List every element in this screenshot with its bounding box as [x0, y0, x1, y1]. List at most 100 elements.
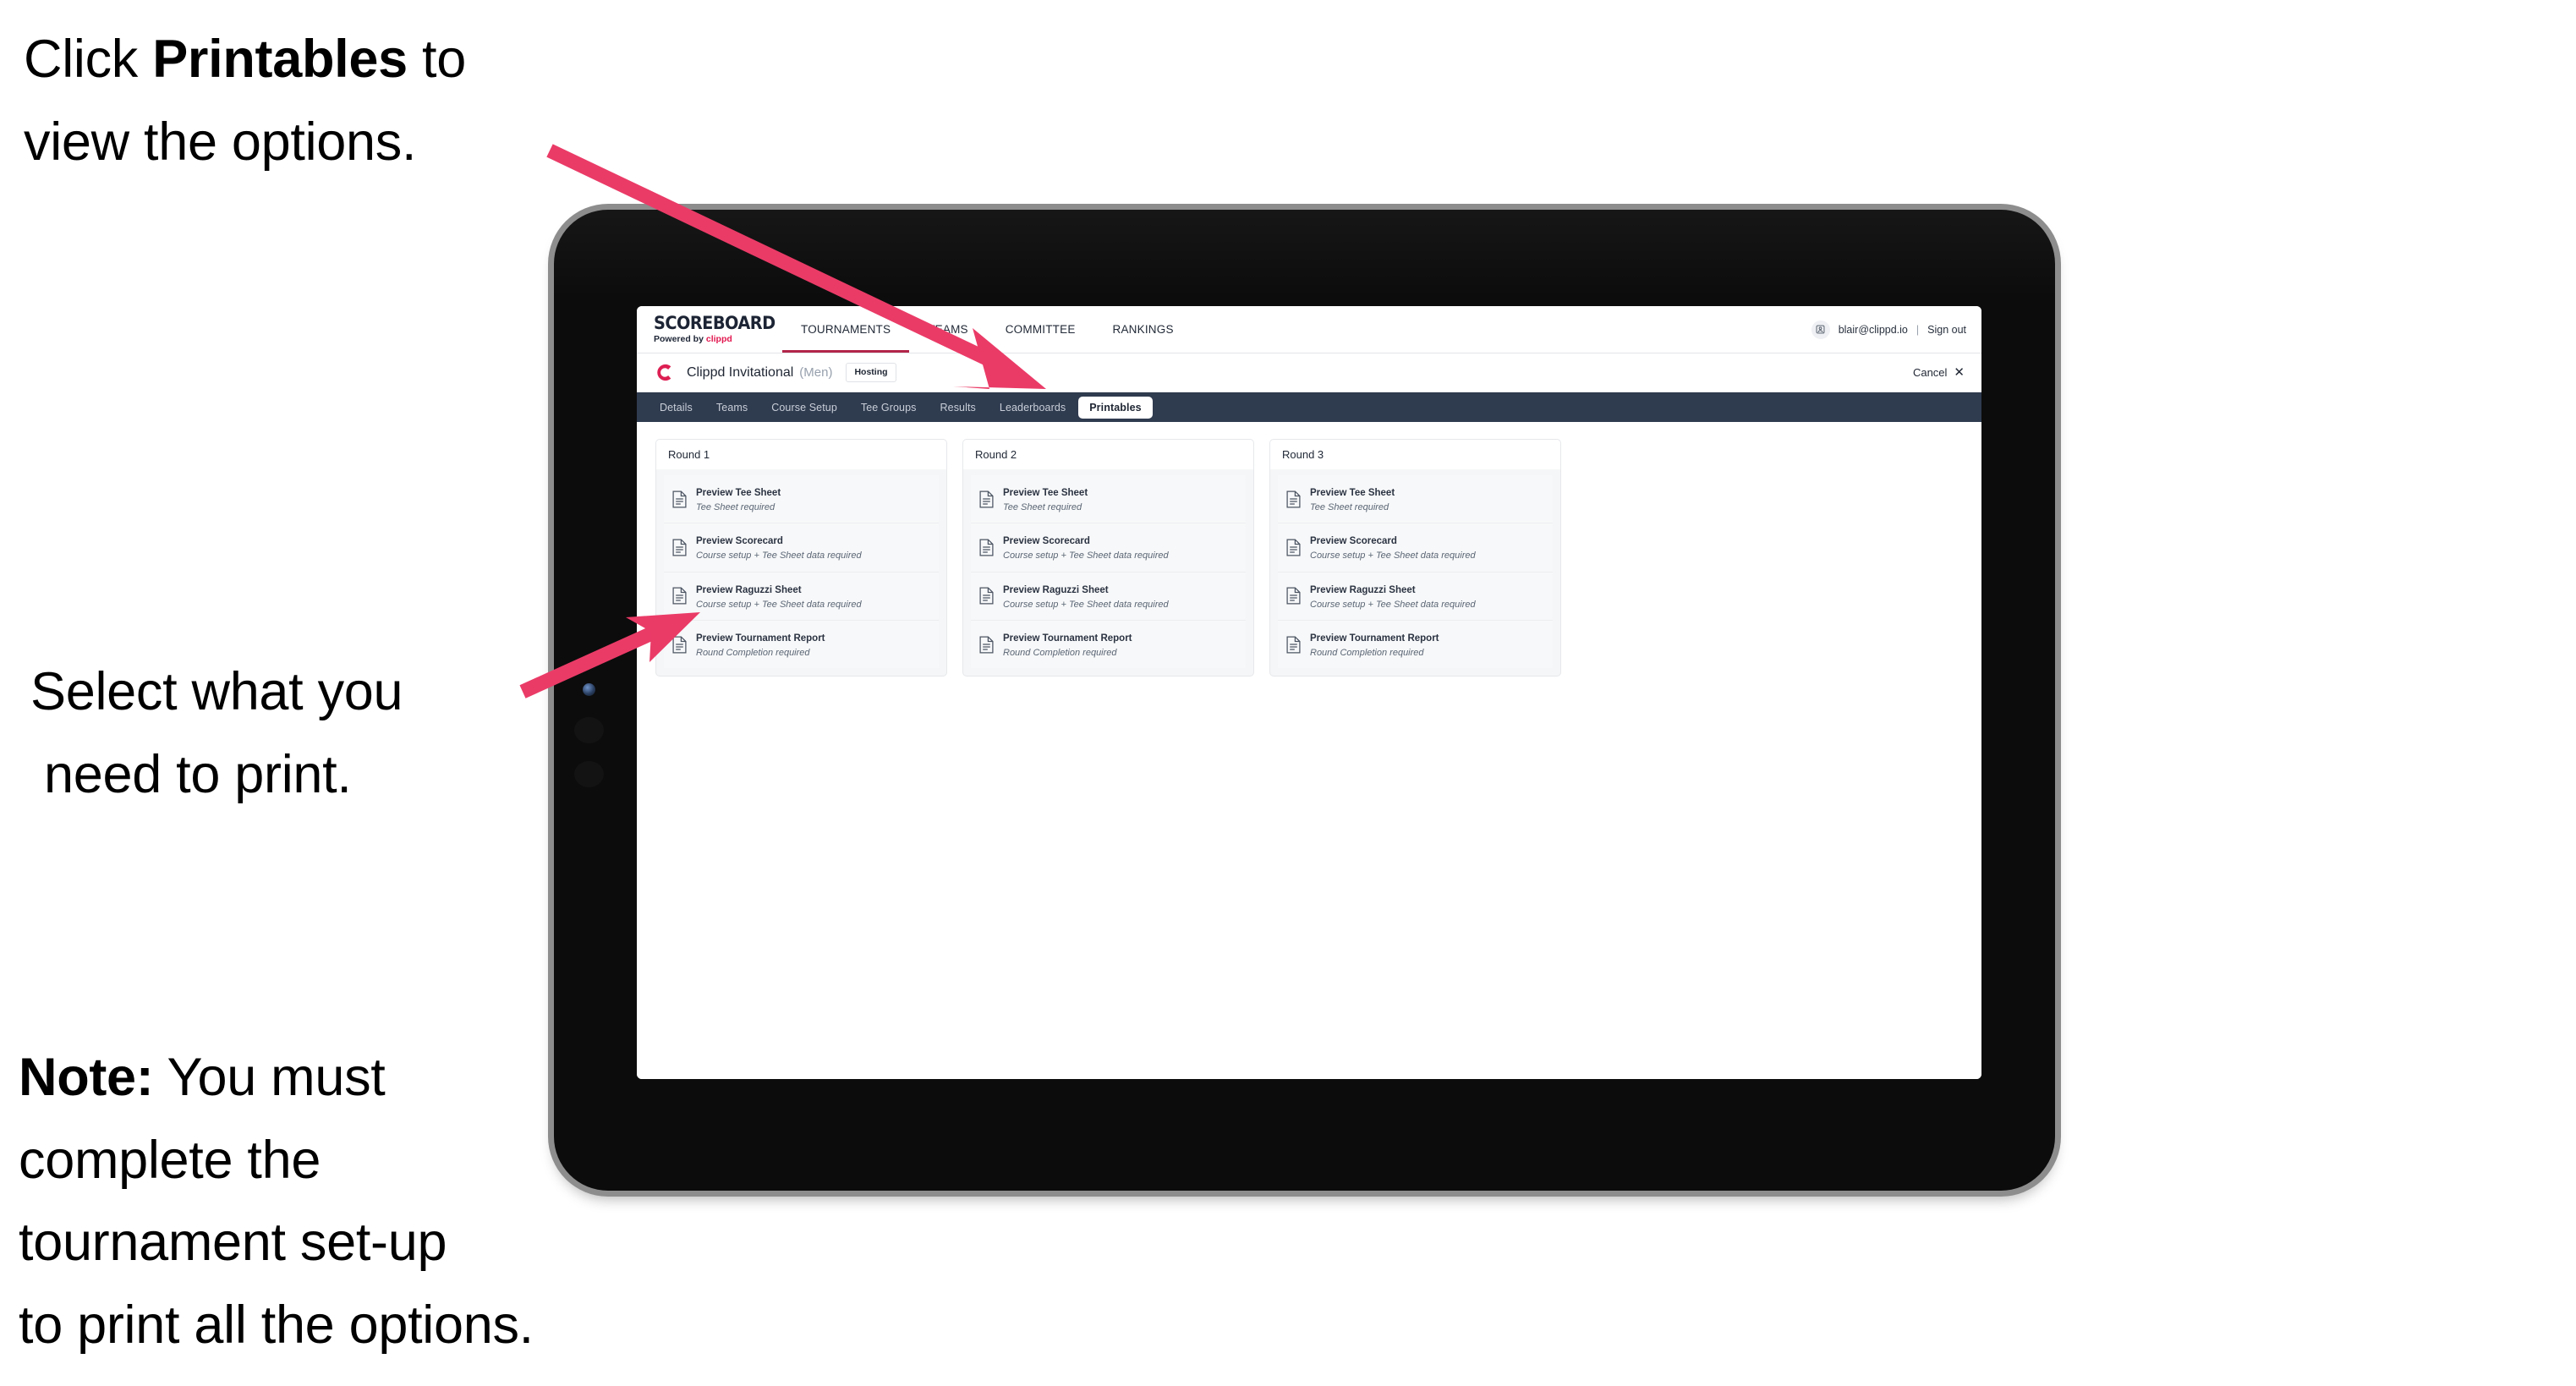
document-icon — [672, 636, 687, 654]
nav-item-committee[interactable]: COMMITTEE — [987, 306, 1094, 353]
account-separator: | — [1916, 323, 1920, 336]
printable-item-scorecard[interactable]: Preview Scorecard Course setup + Tee She… — [1278, 523, 1553, 572]
printable-subtitle: Round Completion required — [1310, 647, 1424, 658]
printable-text: Preview Scorecard Course setup + Tee She… — [696, 533, 862, 562]
printable-item-scorecard[interactable]: Preview Scorecard Course setup + Tee She… — [664, 523, 939, 572]
printable-subtitle: Round Completion required — [1003, 647, 1117, 658]
document-icon — [979, 539, 994, 556]
document-icon — [1286, 539, 1301, 556]
powered-by-text: Powered by — [654, 334, 706, 345]
primary-navigation: TOURNAMENTS TEAMS COMMITTEE RANKINGS — [782, 306, 1192, 353]
printable-title: Preview Tournament Report — [1003, 633, 1132, 644]
printable-title: Preview Scorecard — [696, 536, 783, 547]
document-icon — [979, 490, 994, 508]
printable-item-raguzzi-sheet[interactable]: Preview Raguzzi Sheet Course setup + Tee… — [971, 572, 1246, 621]
tournament-gender: (Men) — [799, 365, 833, 380]
scoreboard-logo[interactable]: SCOREBOARD Powered by clippd — [637, 306, 776, 353]
nav-item-tournaments[interactable]: TOURNAMENTS — [782, 306, 910, 353]
printable-subtitle: Tee Sheet required — [1310, 502, 1389, 512]
printable-item-tee-sheet[interactable]: Preview Tee Sheet Tee Sheet required — [971, 475, 1246, 524]
printable-title: Preview Tee Sheet — [1003, 488, 1088, 498]
printable-item-tournament-report[interactable]: Preview Tournament Report Round Completi… — [971, 620, 1246, 669]
round-items: Preview Tee Sheet Tee Sheet required Pre… — [655, 469, 947, 677]
tab-details[interactable]: Details — [649, 397, 704, 419]
nav-item-teams[interactable]: TEAMS — [909, 306, 987, 353]
printable-text: Preview Tournament Report Round Completi… — [696, 630, 825, 659]
annotation-note-line4: to print all the options. — [19, 1295, 534, 1355]
round-title: Round 3 — [1269, 439, 1561, 469]
cancel-label: Cancel — [1912, 366, 1948, 379]
tab-tee-groups[interactable]: Tee Groups — [850, 397, 928, 419]
printable-text: Preview Scorecard Course setup + Tee She… — [1310, 533, 1476, 562]
annotation-click-printables: Click Printables to view the options. — [24, 19, 616, 184]
user-avatar-icon[interactable] — [1811, 320, 1830, 339]
volume-up-button[interactable] — [574, 717, 604, 743]
document-icon — [672, 490, 687, 508]
annotation-select-line2: need to print. — [44, 744, 352, 804]
volume-down-button[interactable] — [574, 761, 604, 787]
tab-printables[interactable]: Printables — [1078, 396, 1153, 419]
document-icon — [979, 636, 994, 654]
tab-course-setup[interactable]: Course Setup — [760, 397, 848, 419]
section-tabs: Details Teams Course Setup Tee Groups Re… — [637, 392, 1981, 422]
tablet-device-frame: SCOREBOARD Powered by clippd TOURNAMENTS… — [554, 210, 2055, 1191]
tournament-name: Clippd Invitational — [687, 364, 794, 380]
document-icon — [672, 587, 687, 605]
printable-text: Preview Tee Sheet Tee Sheet required — [696, 485, 781, 513]
printable-subtitle: Course setup + Tee Sheet data required — [1310, 551, 1476, 562]
printable-text: Preview Tournament Report Round Completi… — [1310, 630, 1439, 659]
clippd-c-logo-icon — [654, 362, 675, 383]
round-items: Preview Tee Sheet Tee Sheet required Pre… — [1269, 469, 1561, 677]
printable-text: Preview Raguzzi Sheet Course setup + Tee… — [1310, 582, 1476, 611]
document-icon — [1286, 636, 1301, 654]
printable-item-tournament-report[interactable]: Preview Tournament Report Round Completi… — [1278, 620, 1553, 669]
sign-out-link[interactable]: Sign out — [1927, 324, 1966, 336]
annotation-click-pre: Click — [24, 30, 153, 89]
printable-text: Preview Raguzzi Sheet Course setup + Tee… — [1003, 582, 1169, 611]
cancel-button[interactable]: Cancel ✕ — [1913, 366, 1965, 379]
printable-text: Preview Tee Sheet Tee Sheet required — [1003, 485, 1088, 513]
printable-title: Preview Tournament Report — [696, 633, 825, 644]
printable-subtitle: Course setup + Tee Sheet data required — [696, 599, 862, 610]
printable-title: Preview Scorecard — [1003, 536, 1090, 547]
printable-subtitle: Course setup + Tee Sheet data required — [1310, 599, 1476, 610]
tab-leaderboards[interactable]: Leaderboards — [989, 397, 1077, 419]
annotation-click-bold: Printables — [152, 30, 408, 89]
tab-results[interactable]: Results — [929, 397, 987, 419]
printable-item-raguzzi-sheet[interactable]: Preview Raguzzi Sheet Course setup + Tee… — [1278, 572, 1553, 621]
printable-text: Preview Scorecard Course setup + Tee She… — [1003, 533, 1169, 562]
brand-subtitle: Powered by clippd — [654, 335, 764, 344]
printable-title: Preview Raguzzi Sheet — [1003, 584, 1109, 595]
document-icon — [1286, 587, 1301, 605]
printable-item-tournament-report[interactable]: Preview Tournament Report Round Completi… — [664, 620, 939, 669]
printable-title: Preview Raguzzi Sheet — [1310, 584, 1416, 595]
printable-title: Preview Tee Sheet — [1310, 488, 1395, 498]
printable-item-tee-sheet[interactable]: Preview Tee Sheet Tee Sheet required — [664, 475, 939, 524]
annotation-note-line1: You must — [153, 1048, 386, 1107]
nav-item-rankings[interactable]: RANKINGS — [1094, 306, 1192, 353]
annotation-click-post: to — [407, 30, 466, 89]
round-items: Preview Tee Sheet Tee Sheet required Pre… — [962, 469, 1254, 677]
printables-content: Round 1 Preview Tee Sheet Tee Sheet requ… — [637, 422, 1981, 1079]
printable-subtitle: Course setup + Tee Sheet data required — [696, 551, 862, 562]
round-title: Round 2 — [962, 439, 1254, 469]
round-column: Round 3 Preview Tee Sheet Tee Sheet requ… — [1269, 439, 1561, 677]
printable-text: Preview Tee Sheet Tee Sheet required — [1310, 485, 1395, 513]
printable-item-tee-sheet[interactable]: Preview Tee Sheet Tee Sheet required — [1278, 475, 1553, 524]
annotation-select-line1: Select what you — [30, 662, 403, 721]
printable-item-scorecard[interactable]: Preview Scorecard Course setup + Tee She… — [971, 523, 1246, 572]
printable-subtitle: Tee Sheet required — [1003, 502, 1082, 512]
document-icon — [979, 587, 994, 605]
printable-subtitle: Round Completion required — [696, 647, 810, 658]
printable-subtitle: Course setup + Tee Sheet data required — [1003, 599, 1169, 610]
printable-subtitle: Tee Sheet required — [696, 502, 776, 512]
annotation-note-line3: tournament set-up — [19, 1213, 447, 1273]
tab-teams[interactable]: Teams — [705, 397, 759, 419]
app-header: SCOREBOARD Powered by clippd TOURNAMENTS… — [637, 306, 1981, 353]
printable-title: Preview Tee Sheet — [696, 488, 781, 498]
clippd-wordmark: clippd — [705, 334, 732, 345]
annotation-click-line2: view the options. — [24, 112, 417, 172]
rounds-grid: Round 1 Preview Tee Sheet Tee Sheet requ… — [655, 439, 1963, 677]
printable-item-raguzzi-sheet[interactable]: Preview Raguzzi Sheet Course setup + Tee… — [664, 572, 939, 621]
printable-text: Preview Tournament Report Round Completi… — [1003, 630, 1132, 659]
